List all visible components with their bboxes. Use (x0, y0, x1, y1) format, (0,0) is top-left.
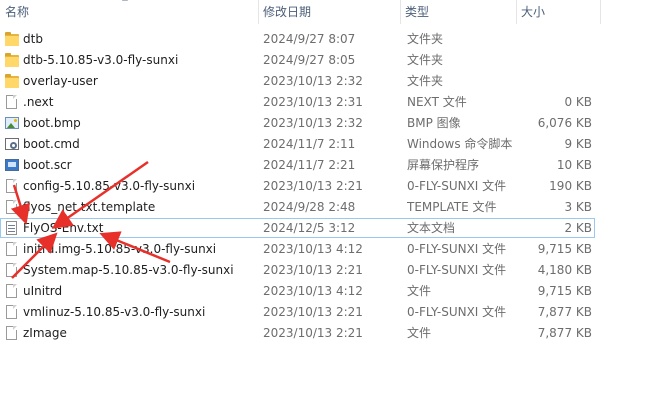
cmd-script-icon (5, 137, 19, 152)
file-date-modified: 2023/10/13 2:32 (263, 74, 363, 88)
file-name: dtb (23, 32, 43, 46)
file-date-modified: 2023/10/13 2:21 (263, 263, 363, 277)
file-icon (5, 242, 19, 257)
file-name: zImage (23, 326, 67, 340)
file-row[interactable]: uInitrd 2023/10/13 4:12 文件 9,715 KB (0, 281, 663, 302)
file-date-modified: 2023/10/13 2:21 (263, 326, 363, 340)
file-row[interactable]: System.map-5.10.85-v3.0-fly-sunxi 2023/10… (0, 260, 663, 281)
file-icon (5, 200, 19, 215)
file-row[interactable]: dtb 2024/9/27 8:07 文件夹 (0, 29, 663, 50)
column-header-size[interactable]: 大小 (516, 0, 600, 24)
file-date-modified: 2024/12/5 3:12 (263, 221, 356, 235)
file-type: 文件 (407, 326, 432, 340)
file-icon (5, 305, 19, 320)
file-size: 9,715 KB (537, 284, 592, 298)
file-type: 文件 (407, 284, 432, 298)
file-type: NEXT 文件 (407, 95, 467, 109)
file-name: config-5.10.85-v3.0-fly-sunxi (23, 179, 196, 193)
file-size: 9 KB (564, 137, 592, 151)
file-row[interactable]: boot.bmp 2023/10/13 2:32 BMP 图像 6,076 KB (0, 113, 663, 134)
file-size: 9,715 KB (537, 242, 592, 256)
file-icon (5, 284, 19, 299)
file-name: vmlinuz-5.10.85-v3.0-fly-sunxi (23, 305, 206, 319)
file-name: .next (23, 95, 54, 109)
file-icon (5, 326, 19, 341)
file-date-modified: 2023/10/13 4:12 (263, 284, 363, 298)
file-size: 10 KB (556, 158, 592, 172)
file-icon (5, 95, 19, 110)
file-size: 0 KB (564, 95, 592, 109)
file-size (522, 29, 592, 50)
file-size (522, 50, 592, 71)
file-name: boot.scr (23, 158, 72, 172)
file-row[interactable]: vmlinuz-5.10.85-v3.0-fly-sunxi 2023/10/13… (0, 302, 663, 323)
file-date-modified: 2024/9/27 8:05 (263, 53, 356, 67)
file-size: 7,877 KB (537, 326, 592, 340)
file-row[interactable]: overlay-user 2023/10/13 2:32 文件夹 (0, 71, 663, 92)
file-row[interactable]: flyos_net.txt.template 2024/9/28 2:48 TEMP… (0, 197, 663, 218)
file-type: 0-FLY-SUNXI 文件 (407, 305, 507, 319)
file-name: uInitrd (23, 284, 63, 298)
file-date-modified: 2023/10/13 4:12 (263, 242, 363, 256)
file-date-modified: 2024/9/27 8:07 (263, 32, 356, 46)
file-row[interactable]: config-5.10.85-v3.0-fly-sunxi 2023/10/13 … (0, 176, 663, 197)
file-row-selected[interactable]: FlyOS-Env.txt 2024/12/5 3:12 文本文档 2 KB (0, 218, 663, 239)
file-date-modified: 2024/9/28 2:48 (263, 200, 356, 214)
file-size: 7,877 KB (537, 305, 592, 319)
screensaver-icon (5, 158, 19, 173)
file-size (522, 71, 592, 92)
file-size: 3 KB (564, 200, 592, 214)
file-name: boot.cmd (23, 137, 80, 151)
file-date-modified: 2024/11/7 2:21 (263, 158, 356, 172)
column-header-name[interactable]: 名称 (0, 0, 258, 24)
file-row[interactable]: boot.cmd 2024/11/7 2:11 Windows 命令脚本 9 KB (0, 134, 663, 155)
column-header-type[interactable]: 类型 (400, 0, 516, 24)
file-size: 4,180 KB (537, 263, 592, 277)
file-size: 2 KB (564, 221, 592, 235)
file-date-modified: 2023/10/13 2:21 (263, 305, 363, 319)
file-row[interactable]: boot.scr 2024/11/7 2:21 屏幕保护程序 10 KB (0, 155, 663, 176)
file-type: TEMPLATE 文件 (407, 200, 497, 214)
file-type: 文本文档 (407, 221, 456, 235)
folder-icon (5, 32, 19, 47)
column-header-bar: ▲ 名称 修改日期 类型 大小 (0, 0, 663, 24)
file-name: boot.bmp (23, 116, 81, 130)
file-icon (5, 263, 19, 278)
file-name: FlyOS-Env.txt (23, 221, 104, 235)
text-file-icon (5, 221, 19, 236)
file-type: Windows 命令脚本 (407, 137, 513, 151)
column-divider[interactable] (600, 0, 601, 24)
file-name: dtb-5.10.85-v3.0-fly-sunxi (23, 53, 179, 67)
folder-icon (5, 74, 19, 89)
file-row[interactable]: zImage 2023/10/13 2:21 文件 7,877 KB (0, 323, 663, 344)
file-type: 文件夹 (407, 74, 444, 88)
file-type: 0-FLY-SUNXI 文件 (407, 242, 507, 256)
file-date-modified: 2023/10/13 2:32 (263, 116, 363, 130)
file-row[interactable]: .next 2023/10/13 2:31 NEXT 文件 0 KB (0, 92, 663, 113)
file-row[interactable]: dtb-5.10.85-v3.0-fly-sunxi 2024/9/27 8:05… (0, 50, 663, 71)
file-name: initrd.img-5.10.85-v3.0-fly-sunxi (23, 242, 217, 256)
file-size: 190 KB (549, 179, 592, 193)
file-list: dtb 2024/9/27 8:07 文件夹 dtb-5.10.85-v3.0-fly… (0, 29, 663, 344)
file-type: 文件夹 (407, 32, 444, 46)
file-type: 0-FLY-SUNXI 文件 (407, 179, 507, 193)
file-icon (5, 179, 19, 194)
folder-icon (5, 53, 19, 68)
file-name: flyos_net.txt.template (23, 200, 156, 214)
file-type: 文件夹 (407, 53, 444, 67)
file-type: BMP 图像 (407, 116, 461, 130)
file-row[interactable]: initrd.img-5.10.85-v3.0-fly-sunxi 2023/10… (0, 239, 663, 260)
file-date-modified: 2023/10/13 2:31 (263, 95, 363, 109)
file-type: 0-FLY-SUNXI 文件 (407, 263, 507, 277)
file-name: System.map-5.10.85-v3.0-fly-sunxi (23, 263, 234, 277)
file-type: 屏幕保护程序 (407, 158, 480, 172)
column-header-date[interactable]: 修改日期 (258, 0, 400, 24)
file-date-modified: 2024/11/7 2:11 (263, 137, 356, 151)
image-icon (5, 116, 19, 131)
file-date-modified: 2023/10/13 2:21 (263, 179, 363, 193)
file-size: 6,076 KB (537, 116, 592, 130)
file-name: overlay-user (23, 74, 98, 88)
